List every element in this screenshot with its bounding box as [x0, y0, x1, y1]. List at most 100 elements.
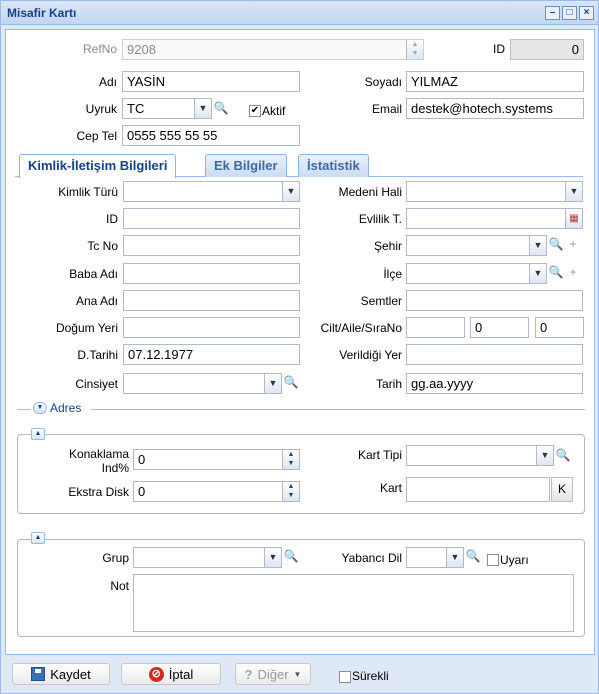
title-bar[interactable]: Misafir Kartı – □ × — [1, 1, 598, 25]
chevron-down-icon[interactable]: ▼ — [282, 182, 299, 201]
baba-adi-label: Baba Adı — [69, 267, 118, 281]
tarih-field[interactable]: gg.aa.yyyy — [406, 373, 583, 394]
aktif-checkbox[interactable]: ✔ — [249, 105, 261, 117]
aile-field[interactable]: 0 — [470, 317, 529, 338]
konaklama-label-line1: Konaklama — [68, 447, 129, 461]
evlilik-date-field[interactable]: ▦ — [406, 208, 583, 229]
diger-label: Diğer — [257, 666, 289, 682]
semtler-field[interactable] — [406, 290, 583, 311]
adres-divider-left — [17, 409, 31, 410]
close-icon[interactable]: × — [579, 6, 594, 20]
surekli-label: Sürekli — [352, 669, 389, 683]
kart-label: Kart — [379, 481, 402, 495]
kimlik-id-label: ID — [106, 212, 118, 226]
help-icon: ? — [244, 666, 253, 682]
search-icon[interactable]: 🔍 — [554, 445, 572, 466]
konaklama-value: 0 — [138, 452, 146, 467]
verildigi-yer-label: Verildiği Yer — [339, 348, 402, 362]
refno-spinner-icon: ▲ ▼ — [406, 40, 423, 59]
add-icon[interactable]: + — [564, 262, 582, 283]
chevron-down-icon[interactable]: ▼ — [529, 236, 546, 255]
cilt-field[interactable] — [406, 317, 465, 338]
kimlik-turu-label: Kimlik Türü — [58, 185, 118, 199]
ana-adi-field[interactable] — [123, 290, 300, 311]
search-icon[interactable]: 🔍 — [212, 98, 230, 119]
chevron-down-icon[interactable]: ▼ — [264, 548, 281, 567]
tab-kimlik-iletisim[interactable]: Kimlik-İletişim Bilgileri — [19, 154, 177, 178]
tcno-field[interactable] — [123, 235, 300, 256]
adi-field[interactable]: YASİN — [122, 71, 300, 92]
iptal-label: İptal — [168, 666, 194, 682]
dogum-yeri-field[interactable] — [123, 317, 300, 338]
chevron-down-icon[interactable]: ▼ — [446, 548, 463, 567]
iptal-button[interactable]: ⊘ İptal — [121, 663, 221, 685]
ilce-combo[interactable]: ▼ — [406, 263, 547, 284]
id-field: 0 — [510, 39, 584, 60]
tab-istatistik[interactable]: İstatistik — [298, 154, 369, 177]
kimlik-id-field[interactable] — [123, 208, 300, 229]
uyruk-label: Uyruk — [85, 102, 117, 116]
baba-adi-field[interactable] — [123, 263, 300, 284]
kart-k-button[interactable]: K — [551, 477, 573, 502]
id-label: ID — [493, 42, 505, 56]
not-label: Not — [110, 579, 129, 593]
cinsiyet-combo[interactable]: ▼ — [123, 373, 282, 394]
sirano-field[interactable]: 0 — [535, 317, 584, 338]
soyadi-field[interactable]: YILMAZ — [406, 71, 584, 92]
spinner-icon[interactable]: ▲ ▼ — [282, 450, 299, 469]
dtarihi-field[interactable]: 07.12.1977 — [123, 344, 300, 365]
grup-label: Grup — [102, 551, 129, 565]
cilt-label: Cilt/Aile/SıraNo — [320, 321, 402, 335]
calendar-icon[interactable]: ▦ — [565, 209, 582, 228]
email-field[interactable]: destek@hotech.systems — [406, 98, 584, 119]
ceptel-field[interactable]: 0555 555 55 55 — [122, 125, 300, 146]
add-icon[interactable]: + — [564, 234, 582, 255]
not-textarea[interactable] — [133, 574, 574, 632]
chevron-down-icon[interactable]: ▼ — [529, 264, 546, 283]
search-icon[interactable]: 🔍 — [464, 546, 482, 567]
grup-combo[interactable]: ▼ — [133, 547, 282, 568]
refno-label: RefNo — [82, 42, 117, 56]
search-icon[interactable]: 🔍 — [547, 262, 565, 283]
kart-field[interactable] — [406, 477, 550, 502]
tarih-label: Tarih — [375, 377, 402, 391]
yabanci-dil-label: Yabancı Dil — [341, 551, 402, 565]
konaklama-stepper[interactable]: 0 ▲ ▼ — [133, 449, 300, 470]
grup-collapse-icon[interactable]: ▲ — [31, 532, 45, 544]
chevron-down-icon[interactable]: ▼ — [565, 182, 582, 201]
search-icon[interactable]: 🔍 — [282, 372, 300, 393]
kimlik-turu-combo[interactable]: ▼ — [123, 181, 300, 202]
kart-tipi-label: Kart Tipi — [357, 448, 402, 462]
ekstra-disk-stepper[interactable]: 0 ▲ ▼ — [133, 481, 300, 502]
uyruk-combo[interactable]: TC ▼ — [122, 98, 212, 119]
email-label: Email — [371, 102, 402, 116]
yabanci-dil-combo[interactable]: ▼ — [406, 547, 464, 568]
uyari-label: Uyarı — [500, 553, 529, 567]
search-icon[interactable]: 🔍 — [282, 546, 300, 567]
kaydet-button[interactable]: Kaydet — [12, 663, 110, 685]
sehir-combo[interactable]: ▼ — [406, 235, 547, 256]
ekstra-disk-value: 0 — [138, 484, 146, 499]
maximize-icon[interactable]: □ — [562, 6, 577, 20]
chevron-down-icon[interactable]: ▼ — [536, 446, 553, 465]
minimize-icon[interactable]: – — [545, 6, 560, 20]
refno-field: 9208 ▲ ▼ — [122, 39, 424, 60]
verildigi-yer-field[interactable] — [406, 344, 583, 365]
chevron-down-icon[interactable]: ▼ — [264, 374, 281, 393]
konaklama-collapse-icon[interactable]: ▲ — [31, 428, 45, 440]
medeni-hali-label: Medeni Hali — [338, 185, 402, 199]
surekli-checkbox[interactable] — [339, 671, 351, 683]
uyari-checkbox[interactable] — [487, 554, 499, 566]
chevron-down-icon[interactable]: ▼ — [194, 99, 211, 118]
dtarihi-label: D.Tarihi — [77, 348, 118, 362]
medeni-hali-combo[interactable]: ▼ — [406, 181, 583, 202]
konaklama-label-line2: Ind% — [101, 461, 129, 475]
tab-ek-bilgiler[interactable]: Ek Bilgiler — [205, 154, 287, 177]
spinner-icon[interactable]: ▲ ▼ — [282, 482, 299, 501]
save-icon — [31, 667, 46, 681]
diger-button[interactable]: ? Diğer ▼ — [235, 663, 311, 685]
refno-value: 9208 — [127, 42, 156, 57]
kart-tipi-combo[interactable]: ▼ — [406, 445, 554, 466]
adres-expand-icon[interactable]: ▼ — [33, 402, 47, 414]
search-icon[interactable]: 🔍 — [547, 234, 565, 255]
